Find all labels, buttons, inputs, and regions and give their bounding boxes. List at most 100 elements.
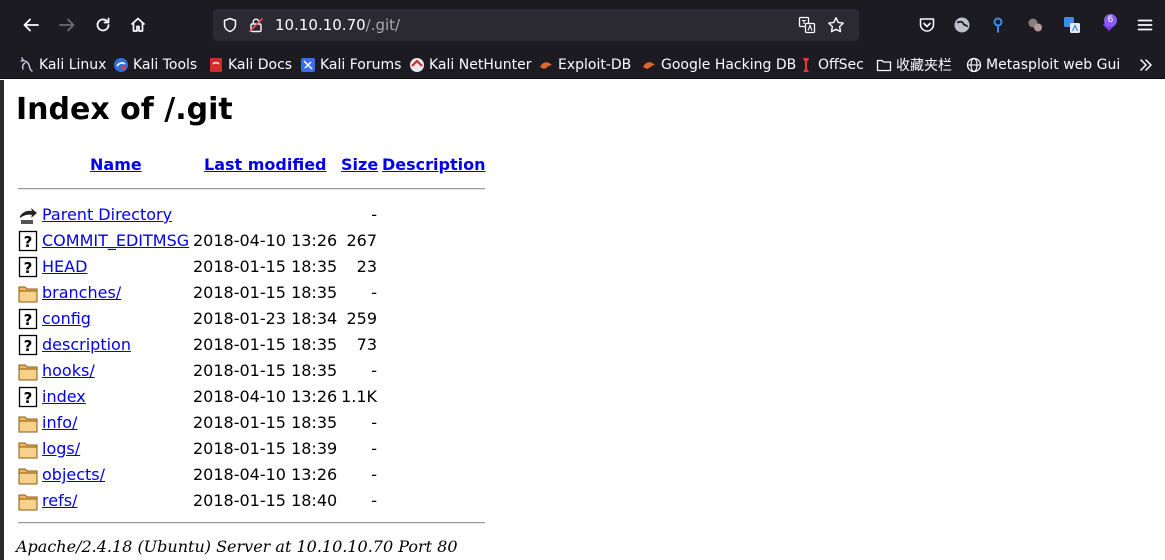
bookmark-folder[interactable]: 收藏夹栏 xyxy=(876,54,952,76)
file-link[interactable]: COMMIT_EDITMSG xyxy=(42,231,189,250)
bookmark-label: Kali Forums xyxy=(320,57,402,73)
location-pin-icon xyxy=(993,17,1003,33)
bookmark-kali-nethunter[interactable]: Kali NetHunter xyxy=(409,54,531,76)
file-link[interactable]: refs/ xyxy=(42,491,77,510)
file-link[interactable]: objects/ xyxy=(42,465,105,484)
pocket-button[interactable] xyxy=(916,14,938,36)
offsec-icon xyxy=(803,58,809,72)
forward-button[interactable] xyxy=(53,11,81,39)
file-link[interactable]: index xyxy=(42,387,86,406)
column-header-last-modified[interactable]: Last modified xyxy=(204,155,327,174)
file-link[interactable]: info/ xyxy=(42,413,77,432)
file-link[interactable]: hooks/ xyxy=(42,361,95,380)
pocket-icon xyxy=(919,18,935,32)
folder-icon xyxy=(18,286,38,303)
bookmark-label: Exploit-DB xyxy=(558,57,632,73)
bookmark-label: OffSec xyxy=(818,57,864,73)
file-link[interactable]: description xyxy=(42,335,131,354)
file-link[interactable]: config xyxy=(42,309,91,328)
reload-icon xyxy=(96,17,110,32)
unknown-file-icon: ? xyxy=(18,230,38,252)
bookmark-kali-docs[interactable]: Kali Docs xyxy=(208,54,292,76)
bookmark-label: Kali Docs xyxy=(228,57,293,73)
bookmark-exploit-db[interactable]: Exploit-DB xyxy=(538,54,631,76)
extension-button-1[interactable] xyxy=(951,14,973,36)
page-title: Index of /.git xyxy=(16,92,233,127)
file-link[interactable]: Parent Directory xyxy=(42,205,172,224)
bookmark-offsec[interactable]: OffSec xyxy=(798,54,864,76)
back-arrow-icon xyxy=(20,208,37,224)
svg-text:?: ? xyxy=(24,337,33,355)
file-link[interactable]: branches/ xyxy=(42,283,121,302)
back-button[interactable] xyxy=(17,11,45,39)
footer-divider xyxy=(18,522,485,524)
table-row: ? HEAD 2018-01-15 18:35 23 xyxy=(18,254,488,280)
bookmark-google-hacking-db[interactable]: Google Hacking DB xyxy=(641,54,796,76)
bookmark-star-icon[interactable] xyxy=(827,16,845,34)
page-content: Index of /.git Name Last modified Size D… xyxy=(0,80,1165,560)
bookmark-label: Kali Linux xyxy=(39,57,107,73)
table-row: logs/2018-01-15 18:39 - xyxy=(18,436,488,462)
file-link[interactable]: logs/ xyxy=(42,439,80,458)
address-bar[interactable]: 10.10.10.70/.git/ xyxy=(213,9,859,41)
kali-tools-icon xyxy=(114,58,128,72)
arrow-left-icon xyxy=(23,18,39,32)
file-size: - xyxy=(371,361,377,380)
last-modified: 2018-01-23 18:34 xyxy=(193,309,338,328)
unknown-file-icon: ? xyxy=(18,256,38,278)
file-size: 23 xyxy=(356,257,377,276)
column-header-size[interactable]: Size xyxy=(341,155,378,174)
nethunter-icon xyxy=(410,58,424,72)
url-host: 10.10.10.70 xyxy=(275,16,366,34)
window-edge xyxy=(0,80,4,560)
last-modified: 2018-04-10 13:26 xyxy=(193,231,338,250)
extension-button-2[interactable] xyxy=(987,14,1009,36)
bookmark-label: 收藏夹栏 xyxy=(896,58,952,74)
extension-count-badge: 6 xyxy=(1104,14,1117,27)
url-path: /.git/ xyxy=(365,16,401,34)
file-size: 1.1K xyxy=(341,387,377,406)
file-size: 267 xyxy=(346,231,377,250)
translate-icon[interactable] xyxy=(798,16,816,34)
bookmark-metasploit-web-gui[interactable]: Metasploit web Gui xyxy=(966,54,1120,76)
file-size: 259 xyxy=(346,309,377,328)
kali-docs-icon xyxy=(210,58,222,72)
bookmark-kali-forums[interactable]: Kali Forums xyxy=(300,54,401,76)
bookmark-kali-tools[interactable]: Kali Tools xyxy=(113,54,197,76)
extension-button-3[interactable] xyxy=(1024,14,1046,36)
bookmarks-toolbar: Kali Linux Kali Tools Kali Docs Kali For… xyxy=(0,50,1165,79)
last-modified: 2018-04-10 13:26 xyxy=(193,387,338,406)
folder-icon xyxy=(18,364,38,381)
shield-icon[interactable] xyxy=(222,17,238,33)
chevron-double-right-icon xyxy=(1140,59,1152,71)
bookmark-label: Kali NetHunter xyxy=(429,57,532,73)
file-size: - xyxy=(371,465,377,484)
svg-text:?: ? xyxy=(24,259,33,277)
column-header-description[interactable]: Description xyxy=(382,155,485,174)
column-header-name[interactable]: Name xyxy=(90,155,142,174)
last-modified: 2018-01-15 18:35 xyxy=(193,283,338,302)
app-menu-button[interactable] xyxy=(1134,14,1156,36)
last-modified: 2018-01-15 18:35 xyxy=(193,257,338,276)
bookmark-kali-linux[interactable]: Kali Linux xyxy=(19,54,106,76)
last-modified: 2018-01-15 18:39 xyxy=(193,439,338,458)
parent-directory-row: Parent Directory - xyxy=(18,202,488,228)
last-modified: 2018-04-10 13:26 xyxy=(193,465,338,484)
file-link[interactable]: HEAD xyxy=(42,257,87,276)
cookie-extension-icon xyxy=(1028,18,1042,32)
insecure-lock-icon[interactable] xyxy=(248,17,264,33)
url-text[interactable]: 10.10.10.70/.git/ xyxy=(275,16,400,34)
kali-dragon-icon xyxy=(20,57,33,72)
file-size: - xyxy=(371,283,377,302)
bookmarks-overflow-button[interactable] xyxy=(1138,54,1154,76)
folder-icon xyxy=(876,59,892,72)
extension-button-4[interactable] xyxy=(1061,14,1083,36)
server-signature: Apache/2.4.18 (Ubuntu) Server at 10.10.1… xyxy=(16,537,458,556)
exploit-db-icon xyxy=(540,62,552,69)
svg-text:?: ? xyxy=(24,233,33,251)
home-button[interactable] xyxy=(124,11,152,39)
reload-button[interactable] xyxy=(89,11,117,39)
browser-toolbar: 10.10.10.70/.git/ 6 xyxy=(0,0,1165,50)
bookmark-label: Kali Tools xyxy=(133,57,198,73)
table-row: ? config 2018-01-23 18:34 259 xyxy=(18,306,488,332)
